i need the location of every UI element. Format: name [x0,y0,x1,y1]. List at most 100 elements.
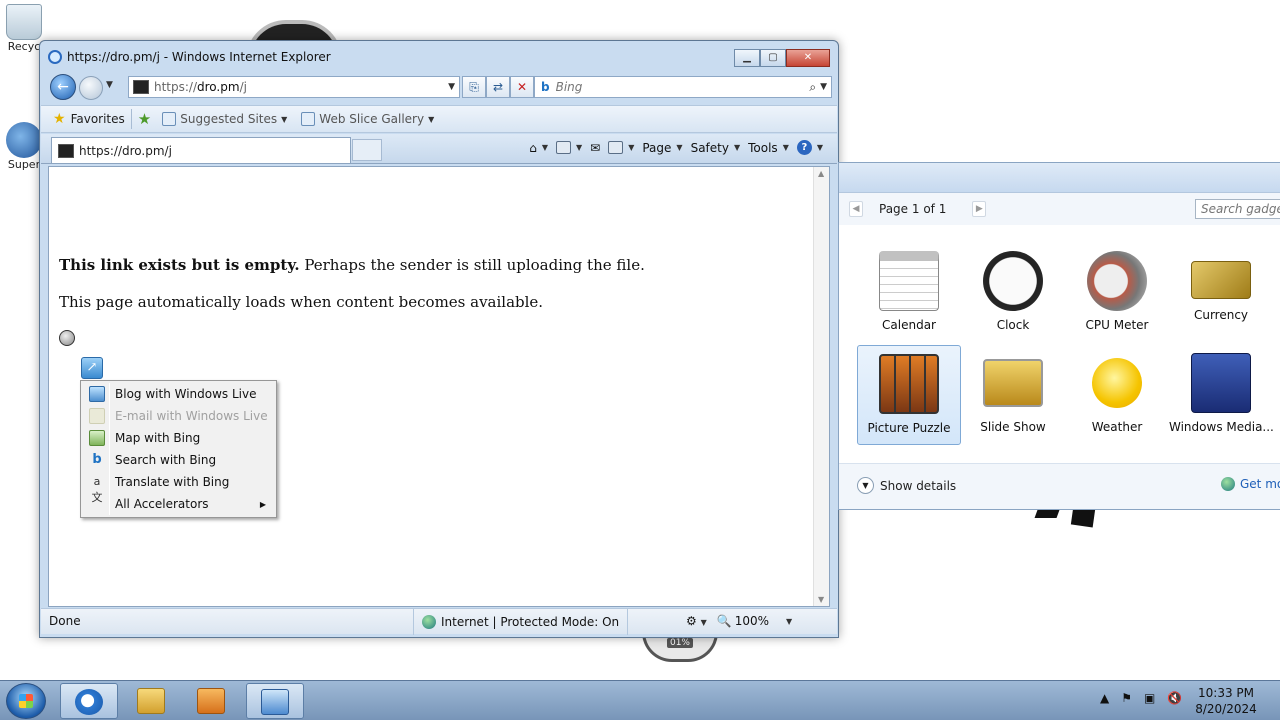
recycle-bin-icon[interactable]: Recyc [4,4,44,53]
super-shortcut-icon[interactable]: Super [4,122,44,171]
safety-menu[interactable]: Safety ▼ [691,141,741,155]
ie-logo-icon [48,50,62,64]
taskbar-internet-explorer[interactable] [60,683,118,719]
taskbar-media-player[interactable] [182,683,240,719]
help-button[interactable]: ? ▼ [796,140,823,155]
address-dropdown-icon[interactable]: ▼ [448,82,455,92]
gadget-label: Currency [1193,308,1249,322]
cpu-gadget-readout: 01% [666,638,693,648]
mail-icon: ✉ [590,140,601,155]
page-indicator: Page 1 of 1 [879,202,947,216]
add-to-favorites-bar-icon[interactable]: ★ [138,110,151,128]
action-center-flag-icon[interactable]: ⚑ [1121,691,1132,705]
menu-item-label: Search with Bing [115,453,217,467]
show-hidden-icons-icon[interactable]: ▲ [1100,691,1109,705]
auto-load-message: This page automatically loads when conte… [59,293,544,311]
gadget-clock[interactable]: Clock [961,243,1065,343]
menu-item-search-bing[interactable]: b Search with Bing [83,449,274,471]
menu-item-map-bing[interactable]: Map with Bing [83,427,274,449]
show-details-toggle[interactable]: ▼ Show details [857,477,956,494]
gadget-grid: Calendar Clock CPU Meter Currency Pictur… [839,225,1280,463]
favorites-button[interactable]: ★ Favorites [49,109,132,129]
gadget-label: Clock [996,318,1030,332]
network-icon[interactable]: ▣ [1144,691,1155,705]
read-mail-button[interactable]: ✉ [590,141,600,155]
get-more-gadgets-link[interactable]: Get mo [1221,477,1280,491]
recent-pages-dropdown[interactable]: ▼ [106,80,113,90]
tools-menu[interactable]: Tools ▼ [748,141,789,155]
gadget-currency[interactable]: Currency [1169,243,1273,343]
search-gadgets-input[interactable] [1195,199,1280,219]
menu-item-translate-bing[interactable]: a文 Translate with Bing [83,471,274,504]
system-tray: ▲ ⚑ ▣ 🔇 [1100,691,1182,705]
start-button[interactable] [6,683,46,719]
refresh-button[interactable]: ⇄ [486,76,510,98]
web-slice-gallery-link[interactable]: Web Slice Gallery ▼ [296,112,439,126]
email-icon [89,408,105,424]
taskbar-explorer[interactable] [122,683,180,719]
gadget-gallery-window: ◀ Page 1 of 1 ▶ Calendar Clock CPU Meter… [838,162,1280,510]
suggested-sites-link[interactable]: Suggested Sites ▼ [157,112,292,126]
menu-item-all-accelerators[interactable]: All Accelerators ▶ [83,493,274,515]
tools-menu-label: Tools [748,140,778,155]
web-slice-icon [301,112,316,126]
print-button[interactable]: ▼ [608,141,634,154]
map-icon [89,430,105,446]
gadget-label: CPU Meter [1085,318,1149,332]
gadget-windows-media[interactable]: Windows Media... [1169,345,1273,445]
previous-page-icon[interactable]: ◀ [849,201,863,217]
address-text[interactable]: https://dro.pm/j [154,80,448,94]
protected-mode-icon[interactable]: ⚙ ▼ [686,614,707,628]
maximize-button[interactable]: ▢ [760,49,786,67]
search-icon[interactable]: ⌕ [809,80,816,95]
empty-link-message: This link exists but is empty. Perhaps t… [59,256,645,274]
minimize-button[interactable]: ▁ [734,49,760,67]
gadget-label: Weather [1091,420,1143,434]
command-bar: ⌂ ▼ ▼ ✉ ▼ Page ▼ Safety ▼ Tools ▼ ? ▼ [529,140,823,155]
gadget-slide-show[interactable]: Slide Show [961,345,1065,445]
menu-item-blog-windows-live[interactable]: Blog with Windows Live [83,383,274,405]
ie-titlebar: https://dro.pm/j - Windows Internet Expl… [48,50,331,64]
taskbar: ▲ ⚑ ▣ 🔇 10:33 PM 8/20/2024 [0,680,1280,720]
next-page-icon[interactable]: ▶ [972,201,987,217]
home-button[interactable]: ⌂ ▼ [529,141,548,155]
super-shortcut-label: Super [7,158,41,171]
accelerator-button[interactable]: ↗ [81,357,103,379]
back-button[interactable]: ← [50,74,76,100]
security-zone[interactable]: Internet | Protected Mode: On [413,609,629,635]
weather-icon [1092,358,1142,408]
vertical-scrollbar[interactable]: ▲ ▼ [813,167,829,606]
feeds-button[interactable]: ▼ [555,141,582,154]
stop-button[interactable]: ✕ [510,76,534,98]
menu-item-label: E-mail with Windows Live [115,409,268,423]
recycle-bin-glyph [6,4,42,40]
search-input[interactable] [555,80,810,94]
page-menu[interactable]: Page ▼ [642,141,682,155]
zoom-dropdown-icon[interactable]: ▼ [786,617,792,626]
scroll-up-icon[interactable]: ▲ [818,169,824,178]
search-options-dropdown-icon[interactable]: ▼ [820,82,827,92]
globe-icon [1221,477,1235,491]
zoom-level: 100% [734,614,769,628]
gallery-footer: ▼ Show details Get mo [839,463,1280,509]
zoom-control[interactable]: 🔍 100% ▼ [717,614,792,628]
tab-dro-pm[interactable]: https://dro.pm/j [51,137,351,163]
taskbar-remote-desktop[interactable] [246,683,304,719]
menu-item-email-windows-live: E-mail with Windows Live [83,405,274,427]
gadget-cpu-meter[interactable]: CPU Meter [1065,243,1169,343]
globe-icon [422,615,436,629]
address-bar[interactable]: https://dro.pm/j ▼ [128,76,460,98]
windows-logo-icon [19,694,33,708]
gadget-weather[interactable]: Weather [1065,345,1169,445]
forward-button[interactable] [79,76,103,100]
new-tab-button[interactable] [352,139,382,161]
scroll-down-icon[interactable]: ▼ [818,595,824,604]
taskbar-clock[interactable]: 10:33 PM 8/20/2024 [1186,685,1266,717]
bing-icon: b [92,452,102,467]
web-slice-gallery-label: Web Slice Gallery [319,112,425,126]
compatibility-view-button[interactable]: ⎘ [462,76,486,98]
close-button[interactable]: ✕ [786,49,830,67]
gadget-calendar[interactable]: Calendar [857,243,961,343]
volume-muted-icon[interactable]: 🔇 [1167,691,1182,705]
gadget-picture-puzzle[interactable]: Picture Puzzle [857,345,961,445]
